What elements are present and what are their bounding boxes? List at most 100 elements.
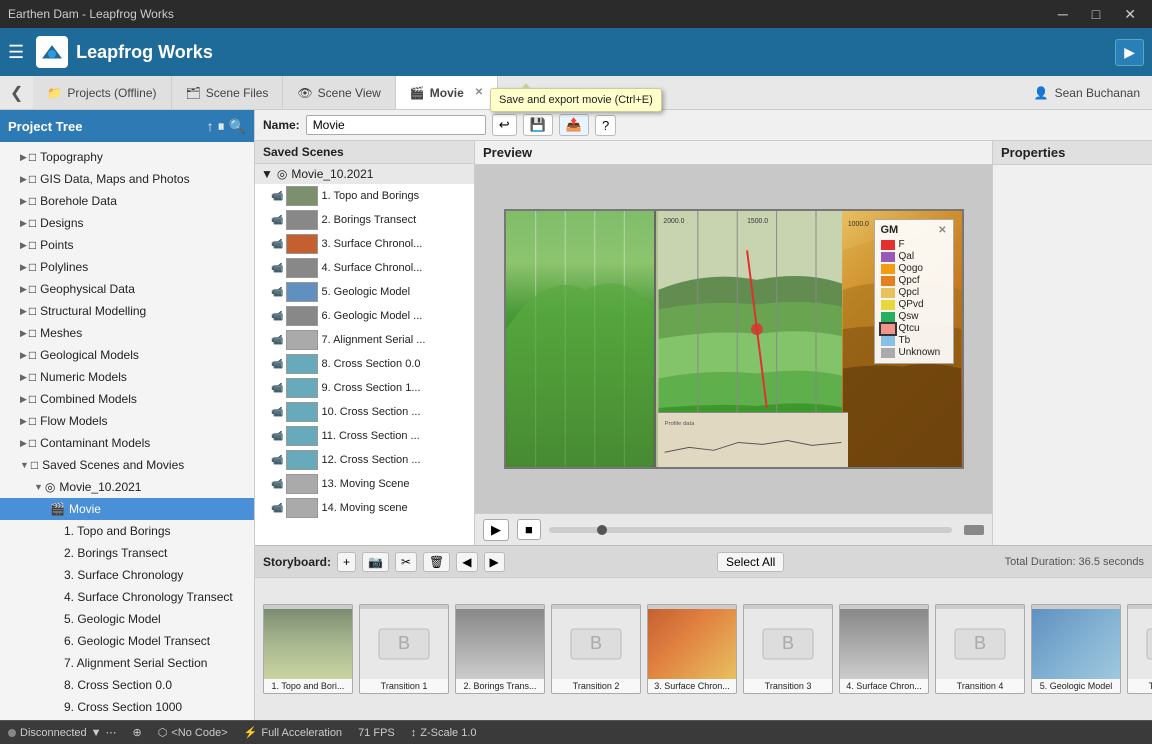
status-connection[interactable]: Disconnected ▼ ⋯ [8, 726, 117, 739]
storyboard-frame[interactable]: 3. Surface Chron... [647, 604, 737, 694]
storyboard-split[interactable]: ✂ [395, 552, 417, 572]
help-button[interactable]: ? [595, 115, 616, 136]
storyboard-prev[interactable]: ◀ [456, 552, 477, 572]
close-button[interactable]: ✕ [1116, 6, 1144, 23]
preview-area: Preview [475, 141, 992, 545]
sidebar-item-flow[interactable]: ▶ □ Flow Models [0, 410, 254, 432]
scene-thumb [286, 330, 318, 350]
scene-row[interactable]: 📹 5. Geologic Model [255, 280, 474, 304]
storyboard-frame[interactable]: 4. Surface Chron... [839, 604, 929, 694]
sidebar-search-icon[interactable]: 🔍 [229, 118, 246, 135]
storyboard-delete[interactable]: 🗑 [423, 552, 450, 572]
minimize-button[interactable]: ─ [1050, 6, 1076, 22]
storyboard-frame[interactable]: BTransition 2 [551, 604, 641, 694]
timeline-thumb[interactable] [597, 525, 607, 535]
undo-button[interactable]: ↩ [492, 114, 517, 136]
storyboard-frame[interactable]: 1. Topo and Bori... [263, 604, 353, 694]
storyboard-next[interactable]: ▶ [484, 552, 505, 572]
scene-row[interactable]: 📹 9. Cross Section 1... [255, 376, 474, 400]
scene-row[interactable]: 📹 10. Cross Section ... [255, 400, 474, 424]
tab-movie[interactable]: 🎬 Movie ✕ [396, 76, 498, 109]
scene-group-movie[interactable]: ▼ ◎ Movie_10.2021 [255, 164, 474, 184]
sidebar-item-contaminant[interactable]: ▶ □ Contaminant Models [0, 432, 254, 454]
scene-row[interactable]: 📹 12. Cross Section ... [255, 448, 474, 472]
save-button[interactable]: 💾 [523, 114, 553, 136]
sidebar-item-designs[interactable]: ▶ □ Designs [0, 212, 254, 234]
tab-bar: ❮ 📁 Projects (Offline) 🗂 Scene Files 👁 S… [0, 76, 1152, 110]
sidebar-item-combined[interactable]: ▶ □ Combined Models [0, 388, 254, 410]
scene-row[interactable]: 📹 3. Surface Chronol... [255, 232, 474, 256]
storyboard-frame[interactable]: 5. Geologic Model [1031, 604, 1121, 694]
legend-close-icon[interactable]: ✕ [938, 225, 946, 236]
tab-scene-view[interactable]: 👁 Scene View [283, 76, 395, 109]
storyboard-frame[interactable]: BTransition 5 [1127, 604, 1152, 694]
storyboard-capture[interactable]: 📷 [362, 552, 389, 572]
timeline-end-marker[interactable] [964, 525, 984, 535]
tab-close-movie[interactable]: ✕ [475, 87, 483, 98]
scene-row[interactable]: 📹 7. Alignment Serial ... [255, 328, 474, 352]
frame-thumbnail [264, 609, 352, 679]
sidebar-item-5[interactable]: 5. Geologic Model [0, 608, 254, 630]
tab-projects[interactable]: 📁 Projects (Offline) [33, 76, 171, 109]
scene-row[interactable]: 📹 2. Borings Transect [255, 208, 474, 232]
scene-row[interactable]: 📹 1. Topo and Borings [255, 184, 474, 208]
timeline[interactable] [549, 527, 952, 533]
maximize-button[interactable]: □ [1084, 6, 1108, 22]
sidebar-item-8[interactable]: 8. Cross Section 0.0 [0, 674, 254, 696]
scene-row[interactable]: 📹 6. Geologic Model ... [255, 304, 474, 328]
sidebar-item-geophysical[interactable]: ▶ □ Geophysical Data [0, 278, 254, 300]
sidebar-item-1[interactable]: 1. Topo and Borings [0, 520, 254, 542]
storyboard-frame[interactable]: 2. Borings Trans... [455, 604, 545, 694]
name-input[interactable] [306, 115, 486, 135]
sidebar-pause-icon[interactable]: ⏸ [218, 118, 225, 135]
legend-item-label: Qal [899, 251, 915, 262]
scene-row[interactable]: 📹 8. Cross Section 0.0 [255, 352, 474, 376]
sidebar-item-polylines[interactable]: ▶ □ Polylines [0, 256, 254, 278]
legend-item: Qpcf [881, 275, 947, 286]
storyboard-frame[interactable]: BTransition 1 [359, 604, 449, 694]
sidebar-item-movie[interactable]: 🎬 Movie [0, 498, 254, 520]
sidebar-item-saved-scenes[interactable]: ▼ □ Saved Scenes and Movies [0, 454, 254, 476]
storyboard-select-all[interactable]: Select All [717, 552, 784, 572]
sidebar-item-3[interactable]: 3. Surface Chronology [0, 564, 254, 586]
svg-text:2000.0: 2000.0 [663, 218, 684, 225]
sidebar-item-geological[interactable]: ▶ □ Geological Models [0, 344, 254, 366]
scene-thumb [286, 282, 318, 302]
play-control-button[interactable]: ▶ [483, 519, 509, 541]
stop-control-button[interactable]: ■ [517, 519, 541, 540]
sidebar-item-9[interactable]: 9. Cross Section 1000 [0, 696, 254, 718]
status-options-icon[interactable]: ⋯ [106, 726, 117, 739]
scene-row[interactable]: 📹 14. Moving scene [255, 496, 474, 520]
storyboard-scroll[interactable]: 1. Topo and Bori...BTransition 12. Borin… [255, 578, 1152, 720]
app-name: Leapfrog Works [76, 42, 1107, 63]
storyboard-add-keyframe[interactable]: + [337, 552, 356, 572]
scene-row[interactable]: 📹 11. Cross Section ... [255, 424, 474, 448]
storyboard-frame[interactable]: BTransition 4 [935, 604, 1025, 694]
sidebar-item-meshes[interactable]: ▶ □ Meshes [0, 322, 254, 344]
sidebar-item-gis[interactable]: ▶ □ GIS Data, Maps and Photos [0, 168, 254, 190]
tab-expand-icon[interactable]: ❮ [0, 76, 33, 109]
tab-scene-files[interactable]: 🗂 Scene Files [172, 76, 284, 109]
legend-item: Qtcu [881, 323, 947, 334]
sidebar-item-structural[interactable]: ▶ □ Structural Modelling [0, 300, 254, 322]
hamburger-icon[interactable]: ☰ [8, 42, 24, 63]
sidebar-item-points[interactable]: ▶ □ Points [0, 234, 254, 256]
sidebar-item-borehole[interactable]: ▶ □ Borehole Data [0, 190, 254, 212]
sidebar-item-topography[interactable]: ▶ □ Topography [0, 146, 254, 168]
scene-row[interactable]: 📹 4. Surface Chronol... [255, 256, 474, 280]
export-button[interactable]: 📤 [559, 114, 589, 136]
sidebar-item-4[interactable]: 4. Surface Chronology Transect [0, 586, 254, 608]
scene-row[interactable]: 📹 13. Moving Scene [255, 472, 474, 496]
sidebar-item-2[interactable]: 2. Borings Transect [0, 542, 254, 564]
storyboard-frame[interactable]: BTransition 3 [743, 604, 833, 694]
sidebar-item-movie-group[interactable]: ▼ ◎ Movie_10.2021 [0, 476, 254, 498]
sidebar-up-icon[interactable]: ↑ [207, 118, 214, 135]
status-scale: ↕ Z-Scale 1.0 [411, 727, 477, 739]
scene-name: 11. Cross Section ... [321, 430, 470, 442]
play-button[interactable]: ▶ [1115, 39, 1144, 66]
sidebar-item-numeric[interactable]: ▶ □ Numeric Models [0, 366, 254, 388]
sidebar-item-6[interactable]: 6. Geologic Model Transect [0, 630, 254, 652]
frame-label: Transition 2 [552, 679, 640, 693]
frame-thumbnail [840, 609, 928, 679]
sidebar-item-7[interactable]: 7. Alignment Serial Section [0, 652, 254, 674]
